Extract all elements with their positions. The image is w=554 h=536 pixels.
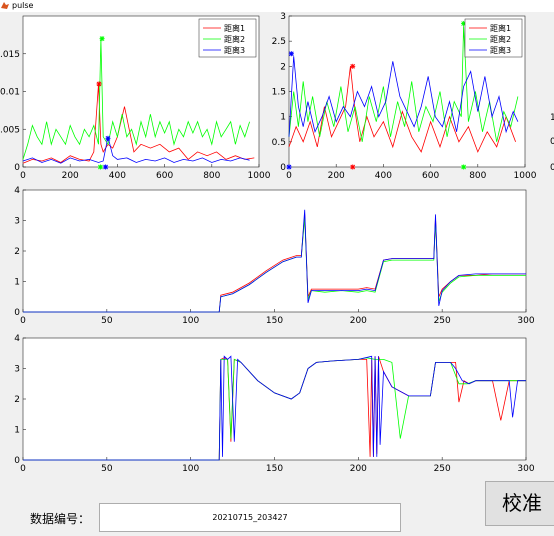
x-tick-label: 0 (20, 316, 26, 326)
peak-marker (97, 164, 103, 170)
x-tick-label: 200 (328, 171, 345, 181)
y-tick-label: 0.01 (0, 88, 20, 98)
y-tick-label: 2 (14, 395, 20, 405)
x-tick-label: 200 (62, 171, 79, 181)
y-tick-label: 1 (14, 278, 20, 288)
x-tick-label: 100 (182, 464, 199, 474)
y-tick-label: 3 (14, 217, 20, 227)
right-tick-label: 1 (550, 113, 554, 123)
pulse-plot-middle: 0 50 100 150 200 250 300 0 1 2 3 4 (14, 186, 535, 326)
calibrate-button[interactable]: 校准 (485, 481, 554, 526)
legend-label: 距离3 (490, 45, 511, 55)
legend-label: 距离2 (224, 34, 245, 44)
data-id-label: 数据编号： (30, 512, 91, 526)
x-tick-label: 150 (266, 316, 283, 326)
legend-label: 距离1 (490, 23, 511, 33)
y-tick-label: 4 (14, 334, 20, 344)
x-tick-label: 600 (156, 171, 173, 181)
pulse-plot-top-left: 0 200 400 600 800 1000 0 0.005 0.01 0.015 距离1距离2距离… (0, 15, 271, 181)
pulse-plot-bottom: 0 50 100 150 200 250 300 0 1 2 3 4 (14, 334, 535, 474)
x-tick-label: 400 (375, 171, 392, 181)
pulse-plot-top-right: 0200400600800100000.511.522.5310.50距离1距离… (272, 12, 554, 181)
y-tick-label: 0 (14, 308, 20, 318)
peak-marker (286, 164, 292, 170)
x-tick-label: 200 (350, 464, 367, 474)
peak-marker (288, 51, 294, 57)
y-tick-label: 1 (14, 426, 20, 436)
data-id-value: 20210715_203427 (212, 513, 288, 522)
x-tick-label: 200 (350, 316, 367, 326)
data-id-field[interactable]: 20210715_203427 (99, 503, 401, 532)
x-tick-label: 1000 (514, 171, 537, 181)
right-tick-label: 0 (550, 163, 554, 173)
x-tick-label: 0 (20, 464, 26, 474)
x-tick-label: 300 (517, 316, 534, 326)
y-tick-label: 1 (280, 113, 286, 123)
peak-marker (461, 164, 467, 170)
peak-marker (103, 164, 109, 170)
x-tick-label: 800 (469, 171, 486, 181)
y-tick-label: 0.015 (0, 50, 20, 60)
y-tick-label: 2 (14, 247, 20, 257)
legend-label: 距离3 (224, 45, 245, 55)
y-tick-label: 1.5 (272, 88, 286, 98)
y-tick-label: 0.5 (272, 138, 286, 148)
x-tick-label: 250 (434, 464, 451, 474)
y-tick-label: 3 (280, 12, 286, 22)
x-tick-label: 300 (517, 464, 534, 474)
x-tick-label: 250 (434, 316, 451, 326)
peak-marker (350, 164, 356, 170)
y-tick-label: 2.5 (272, 37, 286, 47)
y-tick-label: 0 (280, 163, 286, 173)
y-tick-label: 0.005 (0, 125, 20, 135)
x-tick-label: 50 (101, 464, 113, 474)
peak-marker (105, 135, 111, 141)
plot-frame (22, 189, 527, 313)
x-tick-label: 1000 (248, 171, 271, 181)
chart-area: 0200400600800100000.0050.010.015距离1距离2距离… (0, 12, 554, 474)
legend-label: 距离1 (224, 23, 245, 33)
y-tick-label: 3 (14, 365, 20, 375)
y-tick-label: 2 (280, 62, 286, 72)
y-tick-label: 4 (14, 186, 20, 196)
plot-frame (22, 337, 527, 461)
x-tick-label: 150 (266, 464, 283, 474)
right-tick-label: 0.5 (550, 137, 554, 147)
peak-marker (99, 36, 105, 42)
x-tick-label: 50 (101, 316, 113, 326)
x-tick-label: 0 (286, 171, 292, 181)
x-tick-label: 0 (20, 171, 26, 181)
peak-marker (96, 81, 102, 87)
peak-marker (350, 63, 356, 69)
legend-label: 距离2 (490, 34, 511, 44)
x-tick-label: 600 (422, 171, 439, 181)
y-tick-label: 0 (14, 163, 20, 173)
y-tick-label: 0 (14, 456, 20, 466)
x-tick-label: 100 (182, 316, 199, 326)
x-tick-label: 400 (109, 171, 126, 181)
x-tick-label: 800 (203, 171, 220, 181)
